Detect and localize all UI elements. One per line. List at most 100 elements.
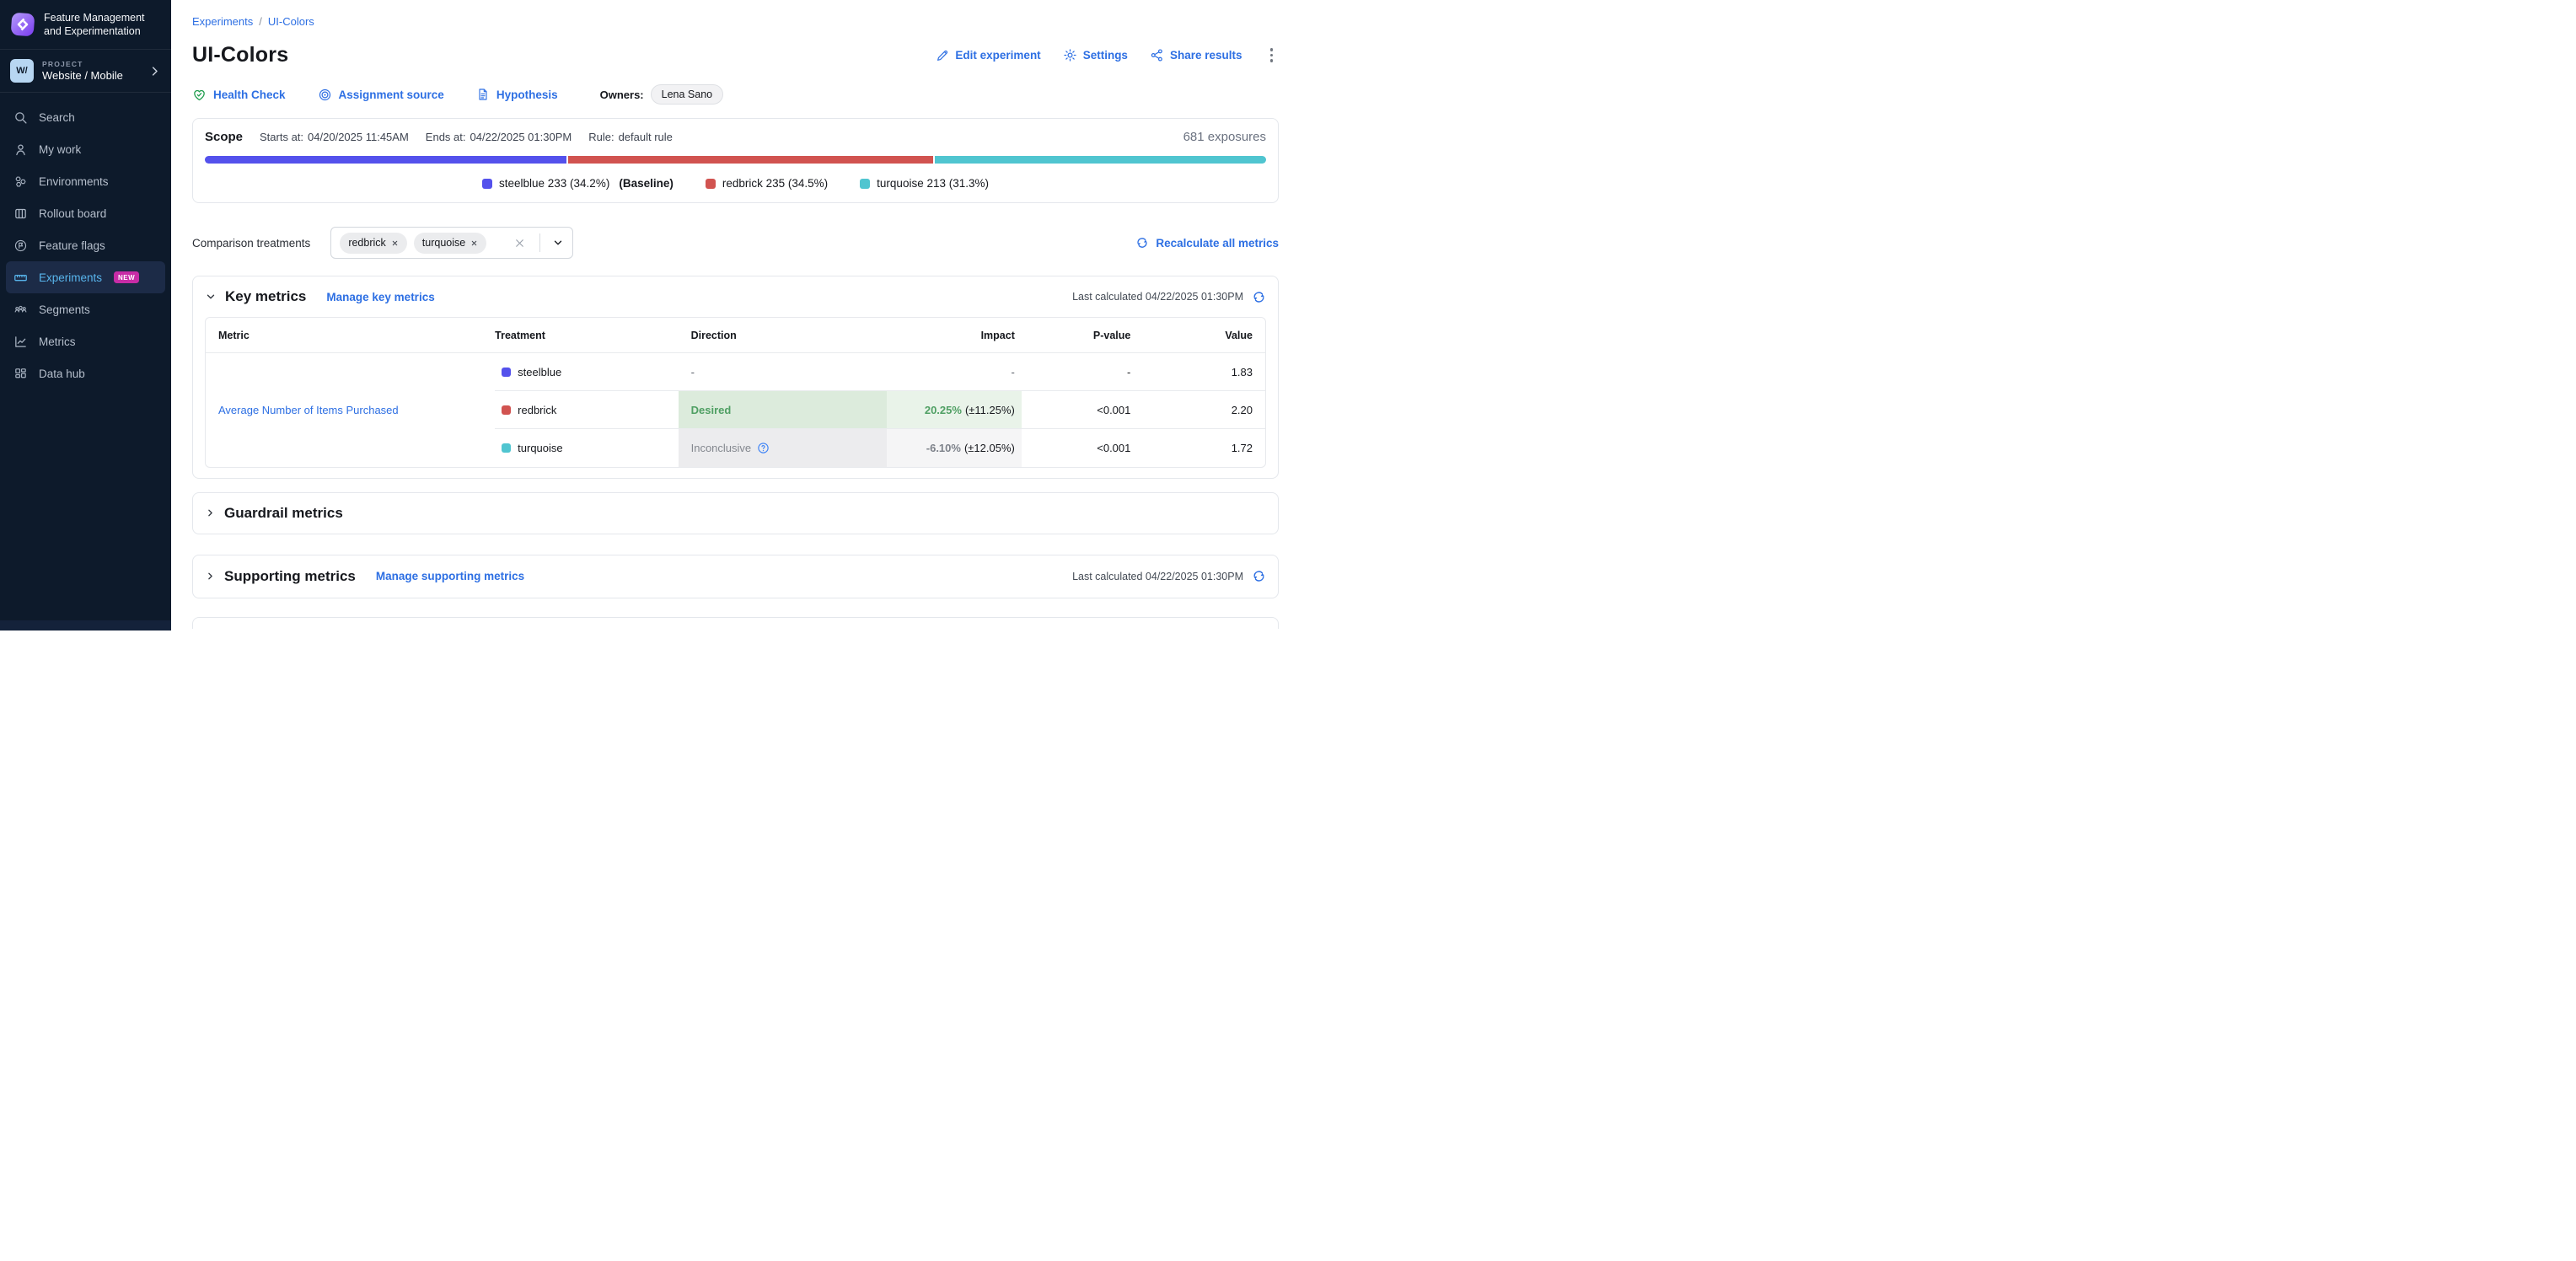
board-icon <box>13 206 28 221</box>
legend-item-redbrick: redbrick 235 (34.5%) <box>706 177 828 190</box>
assignment-source-label: Assignment source <box>339 89 444 101</box>
sidebar-item-rollout-board[interactable]: Rollout board <box>6 197 165 229</box>
document-icon <box>476 88 490 101</box>
impact-cell: 20.25%(±11.25%) <box>887 391 1022 429</box>
impact-cell: - <box>887 353 1022 391</box>
page-title: UI-Colors <box>192 43 288 67</box>
p-value-cell: <0.001 <box>1022 391 1140 429</box>
more-options-kebab-icon[interactable] <box>1264 45 1280 66</box>
sidebar-item-data-hub[interactable]: Data hub <box>6 357 165 389</box>
treatment-cell: redbrick <box>495 391 678 429</box>
gear-icon <box>1063 48 1077 62</box>
sidebar-item-environments[interactable]: Environments <box>6 165 165 197</box>
health-check-link[interactable]: Health Check <box>192 88 286 102</box>
sidebar-item-label: Metrics <box>39 335 76 348</box>
scope-title: Scope <box>205 130 243 144</box>
distribution-segment-redbrick <box>568 156 933 164</box>
chip-turquoise[interactable]: turquoise <box>414 233 486 254</box>
hypothesis-link[interactable]: Hypothesis <box>476 88 558 101</box>
health-check-label: Health Check <box>213 89 286 101</box>
split-logo-icon <box>10 12 35 37</box>
value-cell: 1.83 <box>1139 353 1265 391</box>
comparison-label: Comparison treatments <box>192 237 310 250</box>
recalculate-all-metrics-button[interactable]: Recalculate all metrics <box>1135 236 1279 250</box>
impact-cell: -6.10%(±12.05%) <box>887 429 1022 467</box>
treatment-distribution-bar <box>205 156 1266 164</box>
legend-item-turquoise: turquoise 213 (31.3%) <box>860 177 989 190</box>
chart-icon <box>13 334 28 349</box>
metric-link[interactable]: Average Number of Items Purchased <box>206 353 495 467</box>
manage-key-metrics-link[interactable]: Manage key metrics <box>326 291 434 303</box>
scope-starts: Starts at:04/20/2025 11:45AM <box>260 131 409 143</box>
sidebar-item-search[interactable]: Search <box>6 101 165 133</box>
new-badge: NEW <box>114 271 139 283</box>
col-header-direction: Direction <box>679 318 888 353</box>
sidebar-item-label: Segments <box>39 303 90 316</box>
clear-select-icon[interactable] <box>513 237 526 250</box>
breadcrumb-current-link[interactable]: UI-Colors <box>268 15 314 28</box>
distribution-segment-steelblue <box>205 156 566 164</box>
steelblue-swatch <box>502 368 511 377</box>
key-metrics-section: Key metrics Manage key metrics Last calc… <box>192 276 1279 479</box>
share-results-button[interactable]: Share results <box>1150 48 1242 62</box>
value-cell: 1.72 <box>1139 429 1265 467</box>
key-metrics-title: Key metrics <box>225 288 306 305</box>
breadcrumb-experiments-link[interactable]: Experiments <box>192 15 253 28</box>
sidebar-item-metrics[interactable]: Metrics <box>6 325 165 357</box>
exposures-count: 681 exposures <box>1183 130 1266 144</box>
assignment-source-link[interactable]: Assignment source <box>318 88 444 102</box>
collapse-chevron-right-icon[interactable] <box>205 571 216 582</box>
direction-cell: Inconclusive <box>679 429 888 467</box>
product-title: Feature Management and Experimentation <box>44 11 161 38</box>
sidebar-item-experiments[interactable]: Experiments NEW <box>6 261 165 293</box>
recalculate-label: Recalculate all metrics <box>1156 237 1279 250</box>
guardrail-metrics-section[interactable]: Guardrail metrics <box>192 492 1279 534</box>
sidebar-item-feature-flags[interactable]: Feature flags <box>6 229 165 261</box>
col-header-value: Value <box>1139 318 1265 353</box>
scope-rule: Rule:default rule <box>588 131 673 143</box>
project-switcher[interactable]: W/ PROJECT Website / Mobile <box>0 50 171 93</box>
comparison-treatments-select[interactable]: redbrick turquoise <box>330 227 573 259</box>
app-window: Feature Management and Experimentation W… <box>0 0 1288 630</box>
distribution-legend: steelblue 233 (34.2%) (Baseline) redbric… <box>205 177 1266 190</box>
chevron-down-icon[interactable] <box>552 237 564 249</box>
col-header-treatment: Treatment <box>495 318 678 353</box>
product-logo-block[interactable]: Feature Management and Experimentation <box>0 0 171 50</box>
sidebar-item-label: Experiments <box>39 271 102 284</box>
edit-experiment-button[interactable]: Edit experiment <box>936 49 1040 62</box>
steelblue-swatch <box>482 179 492 189</box>
manage-supporting-metrics-link[interactable]: Manage supporting metrics <box>376 570 524 582</box>
scope-card: Scope Starts at:04/20/2025 11:45AM Ends … <box>192 118 1279 203</box>
collapse-chevron-right-icon[interactable] <box>205 507 216 518</box>
collapse-chevron-down-icon[interactable] <box>205 291 217 303</box>
redbrick-swatch <box>706 179 716 189</box>
key-metrics-table-card: Metric Treatment Direction Impact P-valu… <box>205 317 1266 468</box>
refresh-icon <box>1135 236 1149 250</box>
chip-redbrick[interactable]: redbrick <box>340 233 406 254</box>
pencil-icon <box>936 49 949 62</box>
col-header-p-value: P-value <box>1022 318 1140 353</box>
breadcrumb-separator: / <box>259 15 262 28</box>
sidebar-item-label: Rollout board <box>39 207 106 220</box>
guardrail-metrics-title: Guardrail metrics <box>224 505 343 522</box>
heart-check-icon <box>192 88 207 102</box>
owners-label: Owners: <box>600 89 644 101</box>
remove-chip-icon[interactable] <box>391 239 399 247</box>
supporting-metrics-title: Supporting metrics <box>224 568 356 585</box>
sidebar-item-my-work[interactable]: My work <box>6 133 165 165</box>
p-value-cell: <0.001 <box>1022 429 1140 467</box>
settings-button[interactable]: Settings <box>1063 48 1128 62</box>
owner-pill[interactable]: Lena Sano <box>651 84 723 105</box>
bullseye-icon <box>318 88 332 102</box>
chip-label: turquoise <box>422 237 465 249</box>
sidebar-item-segments[interactable]: Segments <box>6 293 165 325</box>
question-circle-icon[interactable] <box>757 442 770 454</box>
refresh-icon[interactable] <box>1252 569 1266 583</box>
refresh-icon[interactable] <box>1252 290 1266 304</box>
col-header-impact: Impact <box>887 318 1022 353</box>
sidebar-item-label: Search <box>39 111 75 124</box>
baseline-tag: (Baseline) <box>619 177 674 190</box>
remove-chip-icon[interactable] <box>470 239 478 247</box>
sidebar-item-label: Feature flags <box>39 239 105 252</box>
sidebar-item-label: Environments <box>39 175 109 188</box>
